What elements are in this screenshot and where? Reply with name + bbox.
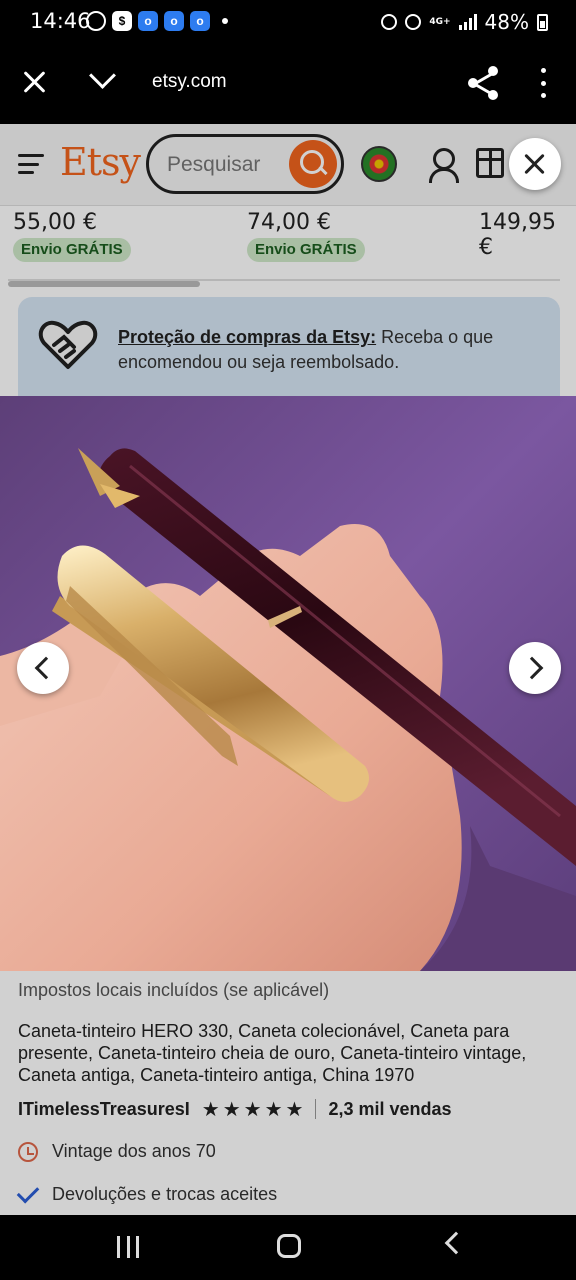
fountain-pen-photo	[0, 396, 576, 971]
browser-toolbar: etsy.com	[0, 44, 576, 124]
feature-text: Vintage dos anos 70	[52, 1141, 216, 1161]
free-shipping-badge: Envio GRÁTIS	[13, 238, 131, 262]
divider	[315, 1099, 317, 1119]
carousel-item-price[interactable]: 74,00 €	[247, 210, 331, 235]
previous-image-button[interactable]	[17, 642, 69, 694]
alarm-clock-icon	[18, 1141, 38, 1162]
recent-apps-icon[interactable]	[117, 1236, 139, 1258]
account-icon[interactable]	[428, 146, 459, 183]
free-shipping-badge: Envio GRÁTIS	[247, 238, 365, 262]
web-content: Etsy Pesquisar 55,00 € Envio GRÁTIS 74,0…	[0, 124, 576, 1215]
search-icon[interactable]	[289, 140, 337, 188]
protection-link[interactable]: Proteção de compras da Etsy:	[118, 327, 376, 347]
url-label[interactable]: etsy.com	[152, 71, 227, 93]
shop-row: ITimelessTreasuresI ★ ★ ★ ★ ★ 2,3 mil ve…	[18, 1097, 452, 1121]
etsy-header: Etsy Pesquisar	[0, 124, 576, 206]
feature-text: Devoluções e trocas aceites	[52, 1184, 278, 1204]
app-notification-icon: o	[190, 11, 210, 31]
more-notifications-dot	[222, 18, 228, 24]
carousel-item-price[interactable]: 149,95 €	[479, 210, 576, 260]
etsy-logo[interactable]: Etsy	[60, 140, 141, 184]
tax-note: Impostos locais incluídos (se aplicável)	[18, 980, 330, 1000]
product-photo[interactable]	[0, 396, 576, 971]
network-type: 4G+	[429, 16, 451, 27]
star-icon: ★	[201, 1097, 220, 1121]
protection-text: Proteção de compras da Etsy: Receba o qu…	[118, 325, 538, 375]
checkmark-icon	[16, 1180, 40, 1203]
star-icon: ★	[264, 1097, 283, 1121]
gallery-overlay-bottom	[0, 971, 576, 1215]
rating-stars[interactable]: ★ ★ ★ ★ ★	[202, 1098, 304, 1120]
app-notification-icon: o	[164, 11, 184, 31]
star-icon: ★	[222, 1097, 241, 1121]
notification-icons: $ o o o	[86, 11, 228, 31]
whatsapp-icon	[86, 11, 106, 31]
gift-icon[interactable]	[476, 148, 504, 178]
star-icon: ★	[285, 1097, 304, 1121]
search-placeholder: Pesquisar	[167, 153, 261, 176]
menu-icon[interactable]	[18, 154, 44, 174]
shop-name[interactable]: ITimelessTreasuresI	[18, 1099, 190, 1120]
next-image-button[interactable]	[509, 642, 561, 694]
status-time: 14:46	[30, 9, 91, 33]
carousel-scrollbar[interactable]	[8, 281, 200, 287]
feature-returns: Devoluções e trocas aceites	[16, 1180, 278, 1205]
lock-icon	[381, 14, 398, 30]
back-icon[interactable]	[444, 1231, 468, 1255]
handshake-heart-icon	[38, 320, 98, 369]
system-status: 4G+ 48%	[381, 10, 548, 34]
search-input[interactable]: Pesquisar	[146, 134, 344, 194]
listing-title: Caneta-tinteiro HERO 330, Caneta colecio…	[18, 1021, 527, 1085]
chevron-down-icon[interactable]	[88, 66, 116, 94]
battery-level: 48%	[484, 10, 529, 34]
shop-bag-icon: $	[112, 11, 132, 31]
star-icon: ★	[243, 1097, 262, 1121]
home-icon[interactable]	[277, 1234, 301, 1258]
more-options-icon[interactable]	[538, 68, 548, 98]
region-flag-icon[interactable]	[361, 146, 397, 182]
feature-vintage: Vintage dos anos 70	[18, 1141, 216, 1162]
carousel-item-price[interactable]: 55,00 €	[13, 210, 97, 235]
status-bar: 14:46 $ o o o 4G+ 48%	[0, 0, 576, 44]
share-icon[interactable]	[468, 66, 500, 100]
alarm-icon	[405, 14, 422, 30]
app-notification-icon: o	[138, 11, 158, 31]
close-tab-icon[interactable]	[18, 66, 52, 100]
signal-icon	[458, 14, 477, 30]
sales-count: 2,3 mil vendas	[328, 1098, 452, 1119]
system-navigation-bar	[0, 1215, 576, 1280]
close-gallery-button[interactable]	[509, 138, 561, 190]
battery-icon	[537, 13, 548, 31]
